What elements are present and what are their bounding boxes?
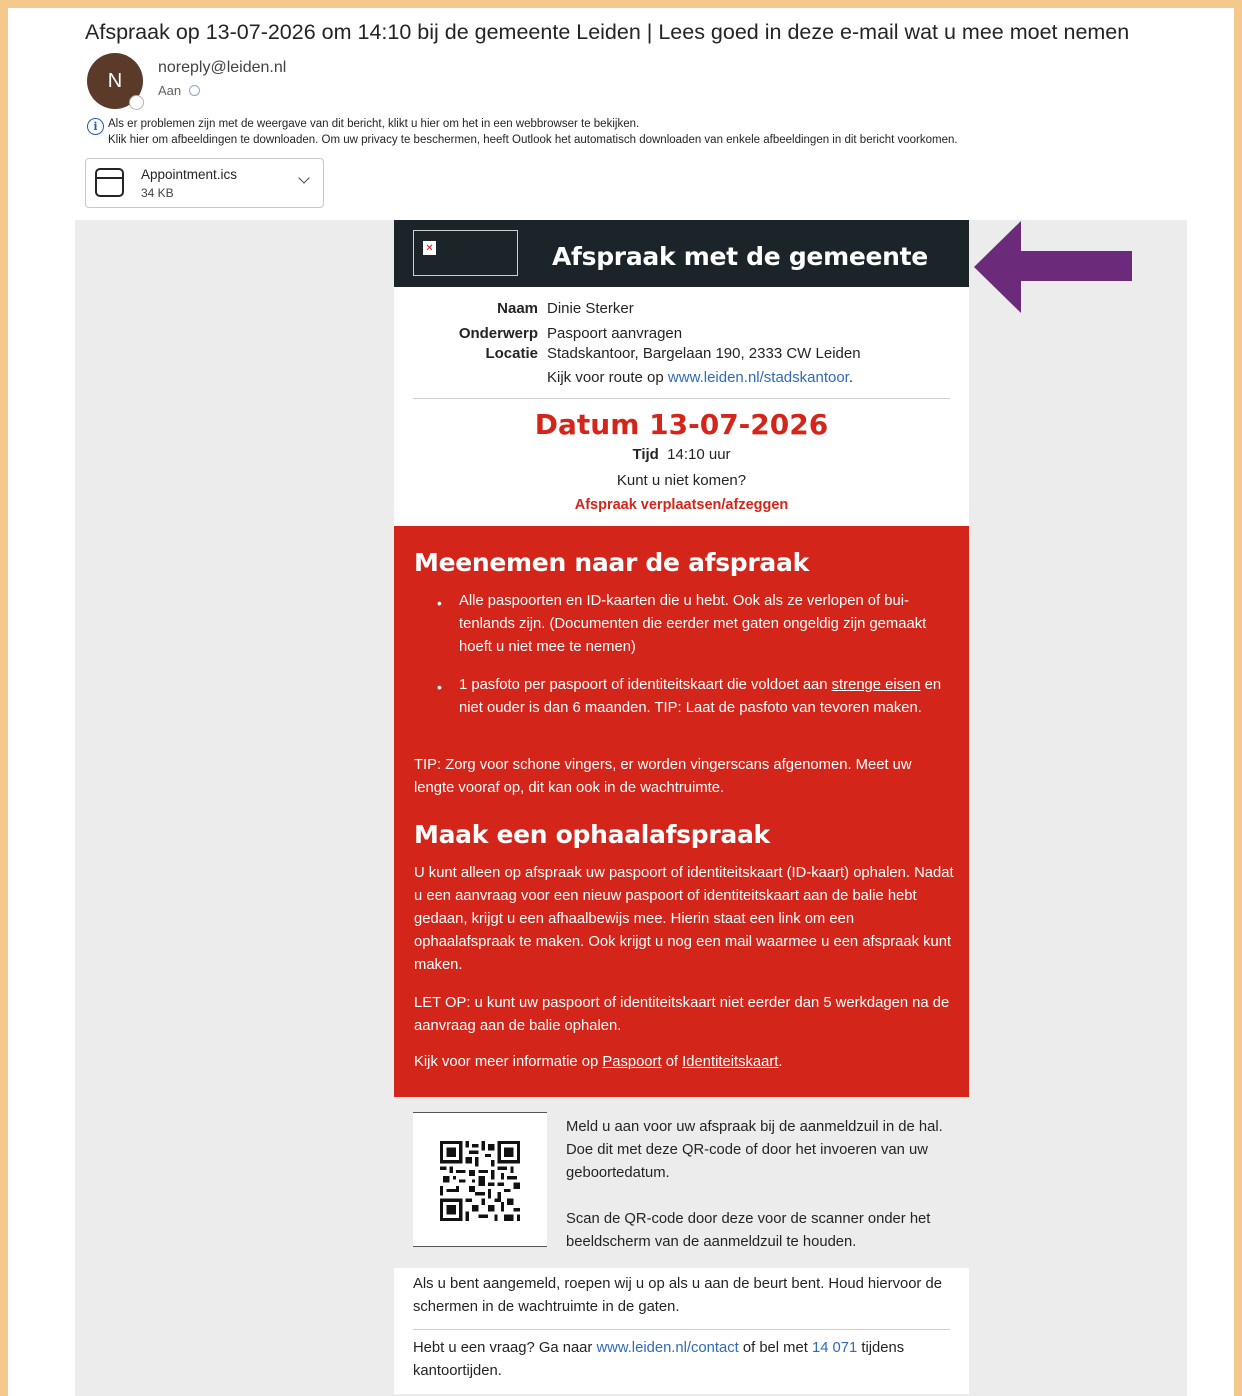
pickup-paragraph-2: LET OP: u kunt uw paspoort of identiteit… [414,995,950,1034]
phone-link[interactable]: 14 071 [812,1340,857,1356]
email-subject: Afspraak op 13-07-2026 om 14:10 bij de g… [85,20,1130,44]
sender-address[interactable]: noreply@leiden.nl [158,59,286,77]
route-prefix: Kijk voor route op [547,369,664,386]
image-alt-text: Klik hier met de r... [447,240,510,262]
location-value: Stadskantoor, Bargelaan 190, 2333 CW Lei… [547,345,861,362]
pickup-paragraph-1: U kunt alleen op afspraak uw paspoort of… [414,865,954,973]
bring-heading: Meenemen naar de afspraak [414,548,809,577]
route-link[interactable]: www.leiden.nl/stadskantoor [668,369,849,386]
location-label: Locatie [485,345,538,362]
bullet-dot: • [437,595,442,611]
checkin-instructions: Meld u aan voor uw afspraak bij de aanme… [566,1119,943,1181]
arrow-left-icon [974,221,1132,313]
name-value: Dinie Sterker [547,300,634,317]
route-line: Kijk voor route op www.leiden.nl/stadska… [547,369,853,386]
fingerprint-tip: TIP: Zorg voor schone vingers, er worden… [414,757,912,796]
called-notice: Als u bent aangemeld, roepen wij u op al… [413,1276,942,1315]
email-body: ✕ Klik hier met de r... Afspraak met de … [75,220,1187,1396]
more-info-suffix: . [778,1054,783,1070]
time-row: Tijd 14:10 uur [394,446,969,463]
cannot-come-text: Kunt u niet komen? [616,472,747,489]
qr-code-box [413,1112,547,1247]
more-info-line: Kijk voor meer informatie op Paspoort of… [414,1051,954,1074]
divider [413,398,950,399]
more-info-or: of [665,1054,679,1070]
recipient-status-icon[interactable] [189,85,201,96]
header-title: Afspraak met de gemeente [552,242,928,271]
contact-link[interactable]: www.leiden.nl/contact [596,1340,738,1356]
subject-label: Onderwerp [458,325,538,342]
attachment-card[interactable]: Appointment.ics 34 KB [85,158,324,208]
bring-bullet-1: Alle paspoorten en ID-kaarten die u hebt… [459,593,927,655]
download-images-notice[interactable]: Klik hier om afbeeldingen te downloaden.… [108,134,958,146]
appointment-date: Datum 13-07-2026 [534,408,829,441]
id-card-link[interactable]: Identiteitskaart [682,1054,778,1070]
presence-status-icon [129,95,144,110]
scan-instructions: Scan de QR-code door deze voor de scanne… [566,1211,931,1250]
route-suffix: . [848,369,854,386]
avatar-initial: N [107,69,123,92]
logo-placeholder[interactable]: ✕ Klik hier met de r... [413,230,518,276]
name-label: Naam [497,300,538,317]
subject-value: Paspoort aanvragen [547,325,683,342]
time-value: 14:10 uur [667,446,731,463]
appointment-header: ✕ Klik hier met de r... Afspraak met de … [394,220,969,287]
checkin-section: Meld u aan voor uw afspraak bij de aanme… [394,1098,969,1268]
bullet-2-prefix: 1 pasfoto per paspoort of identiteitskaa… [459,677,828,693]
bring-section: Meenemen naar de afspraak • Alle paspoor… [394,526,969,1097]
to-label: Aan [158,83,182,98]
divider [413,1329,950,1330]
passport-link[interactable]: Paspoort [602,1054,661,1070]
question-prefix: Hebt u een vraag? Ga naar [413,1340,593,1356]
reschedule-link[interactable]: Afspraak verplaatsen/afzeggen [575,497,789,513]
attachment-size: 34 KB [141,186,174,200]
question-mid: of bel met [742,1340,808,1356]
attachment-name: Appointment.ics [141,167,238,182]
bullet-dot: • [437,679,442,695]
footer-section: Als u bent aangemeld, roepen wij u op al… [394,1268,969,1394]
question-line: Hebt u een vraag? Ga naar www.leiden.nl/… [413,1337,958,1383]
reschedule-row: Afspraak verplaatsen/afzeggen [394,496,969,513]
info-icon: i [87,118,104,135]
calendar-file-icon [95,168,124,197]
view-in-browser-notice[interactable]: Als er problemen zijn met de weergave va… [108,118,639,130]
more-info-prefix: Kijk voor meer informatie op [414,1054,599,1070]
qr-code-icon [440,1141,520,1221]
bring-bullet-2: 1 pasfoto per paspoort of identiteitskaa… [459,674,952,720]
appointment-details: Naam Dinie Sterker Onderwerp Paspoort aa… [394,287,969,526]
broken-image-icon: ✕ [423,241,436,255]
chevron-down-icon[interactable] [298,172,310,184]
time-label: Tijd [632,446,659,463]
to-row: Aan [158,83,201,98]
outlook-reading-pane: Afspraak op 13-07-2026 om 14:10 bij de g… [8,8,1234,1396]
pickup-heading: Maak een ophaalafspraak [414,820,770,849]
strict-requirements-link[interactable]: strenge eisen [832,677,921,693]
